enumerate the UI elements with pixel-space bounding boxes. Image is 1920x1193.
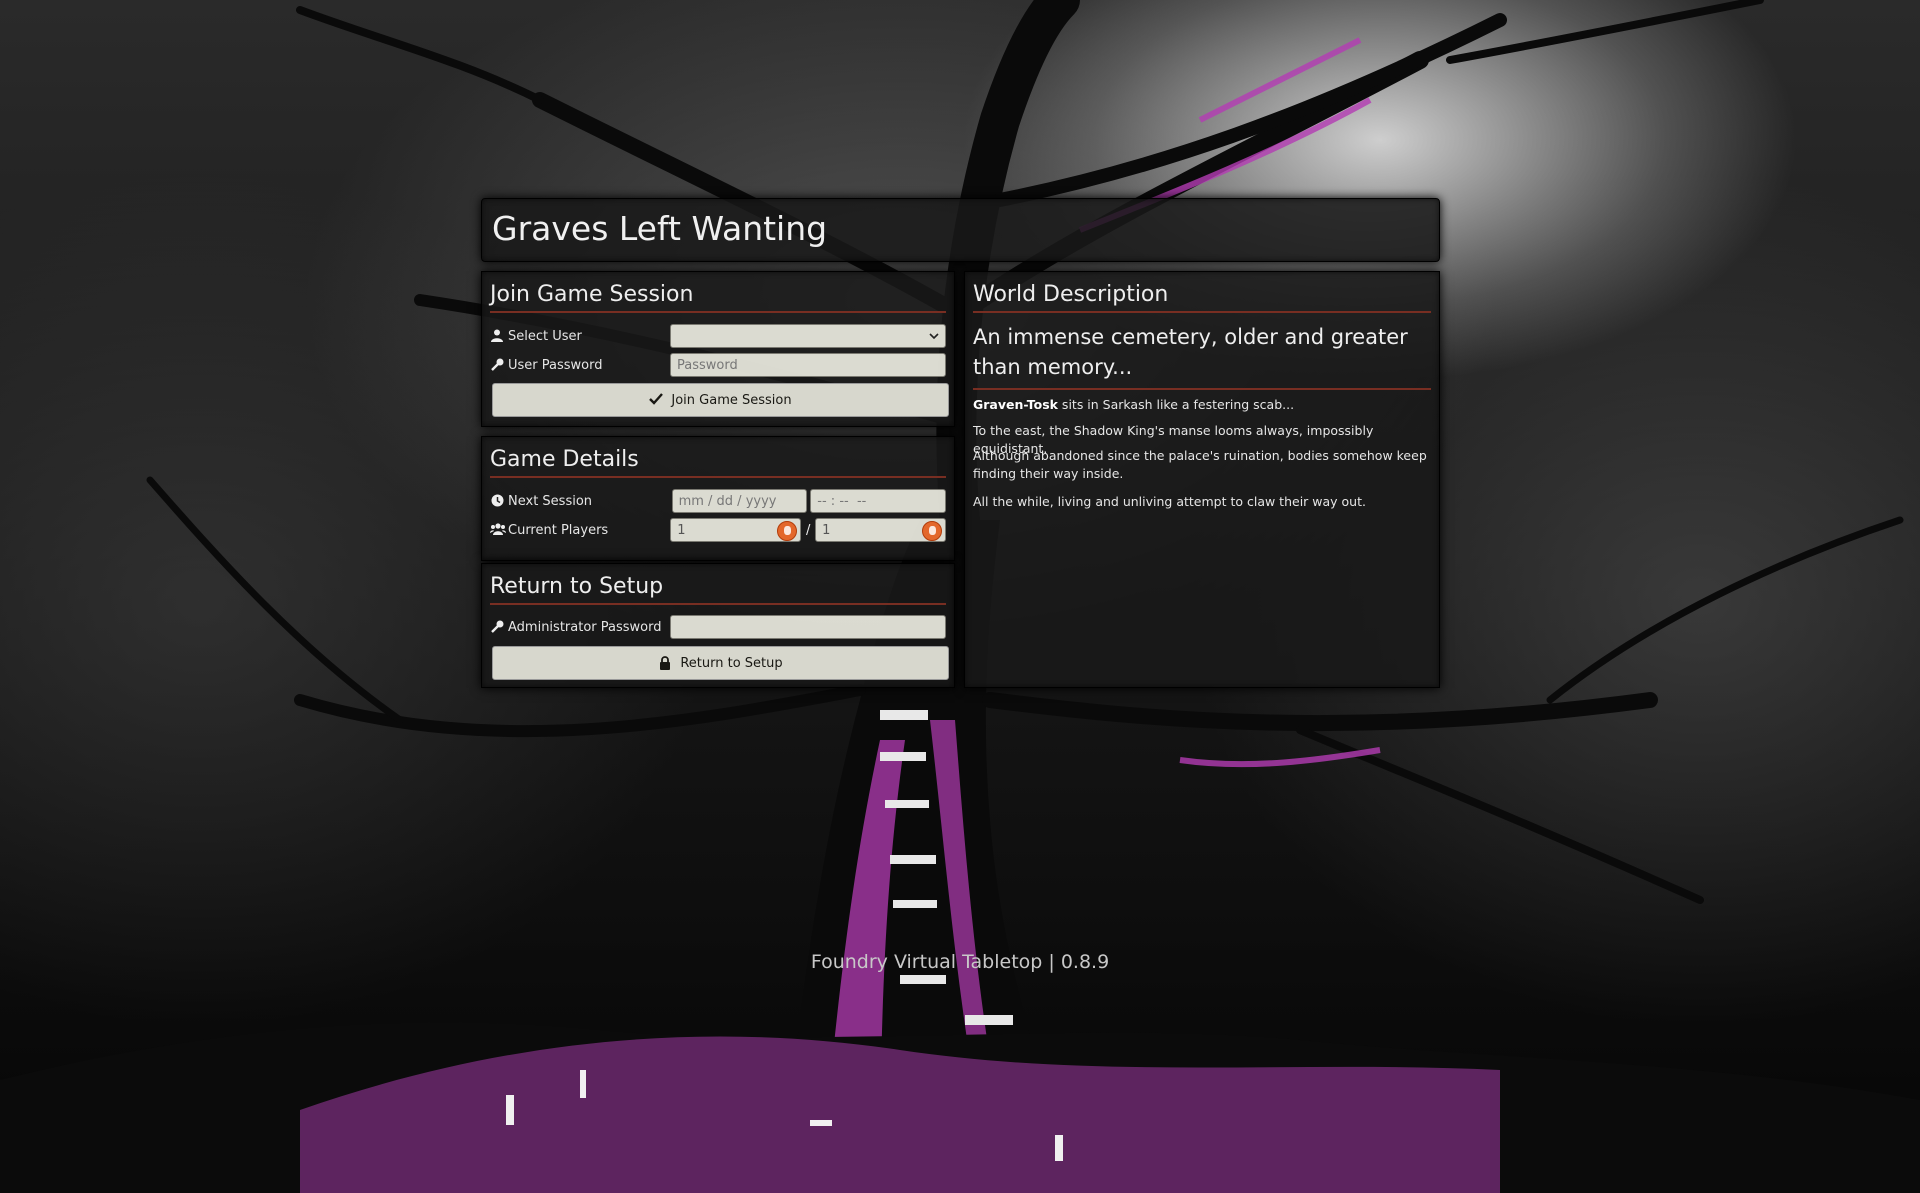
next-session-row: Next Session bbox=[490, 488, 947, 514]
game-details-heading: Game Details bbox=[490, 447, 946, 478]
chevron-down-icon bbox=[929, 329, 939, 343]
lock-icon bbox=[658, 656, 672, 670]
background-artwork bbox=[0, 0, 1920, 1193]
current-players-value: 1 bbox=[677, 522, 686, 538]
players-separator: / bbox=[805, 522, 811, 538]
join-session-button[interactable]: Join Game Session bbox=[492, 383, 949, 417]
user-password-field[interactable] bbox=[670, 353, 946, 377]
admin-password-row: Administrator Password bbox=[490, 614, 946, 640]
max-players-field: 1 bbox=[815, 518, 946, 542]
user-icon bbox=[490, 329, 504, 343]
world-title: Graves Left Wanting bbox=[492, 209, 828, 248]
next-session-time-field[interactable] bbox=[810, 489, 947, 513]
user-password-row: User Password bbox=[490, 352, 946, 378]
world-description-heading: World Description bbox=[973, 282, 1431, 313]
admin-password-label: Administrator Password bbox=[490, 620, 670, 635]
description-bold-name: Graven-Tosk bbox=[973, 397, 1058, 412]
world-description-panel: World Description An immense cemetery, o… bbox=[964, 271, 1440, 688]
user-password-input[interactable] bbox=[677, 357, 939, 373]
select-user-dropdown[interactable] bbox=[670, 324, 946, 348]
current-players-row: Current Players 1 / 1 bbox=[490, 517, 946, 543]
next-session-date-input[interactable] bbox=[678, 493, 801, 509]
join-session-heading: Join Game Session bbox=[490, 282, 946, 313]
max-players-value: 1 bbox=[822, 522, 831, 538]
users-icon bbox=[490, 523, 506, 537]
current-players-label: Current Players bbox=[490, 523, 670, 538]
key-icon bbox=[490, 358, 504, 372]
return-setup-button[interactable]: Return to Setup bbox=[492, 646, 949, 680]
check-icon bbox=[649, 393, 664, 407]
description-paragraph-4: All the while, living and unliving attem… bbox=[973, 494, 1366, 509]
select-user-label: Select User bbox=[490, 329, 670, 344]
duckduckgo-icon bbox=[777, 521, 798, 541]
world-description-subtitle: An immense cemetery, older and greater t… bbox=[973, 322, 1431, 390]
clock-icon bbox=[490, 494, 504, 508]
user-password-label: User Password bbox=[490, 358, 670, 373]
return-setup-heading: Return to Setup bbox=[490, 574, 946, 605]
game-details-panel: Game Details Next Session Current Player… bbox=[481, 436, 955, 561]
next-session-label: Next Session bbox=[490, 494, 672, 509]
return-setup-panel: Return to Setup Administrator Password R… bbox=[481, 563, 955, 688]
current-players-field: 1 bbox=[670, 518, 802, 542]
tree-illustration bbox=[0, 0, 1920, 1193]
key-icon bbox=[490, 620, 504, 634]
admin-password-field[interactable] bbox=[670, 615, 946, 639]
description-paragraph-3: Although abandoned since the palace's ru… bbox=[973, 448, 1427, 481]
description-paragraph-1: Graven-Tosk sits in Sarkash like a feste… bbox=[973, 397, 1295, 412]
join-session-panel: Join Game Session Select User User Passw… bbox=[481, 271, 955, 427]
footer-version: Foundry Virtual Tabletop | 0.8.9 bbox=[810, 951, 1110, 973]
next-session-date-field[interactable] bbox=[671, 489, 808, 513]
world-title-panel: Graves Left Wanting bbox=[481, 198, 1440, 262]
select-user-row: Select User bbox=[490, 323, 946, 349]
duckduckgo-icon bbox=[921, 521, 942, 541]
admin-password-input[interactable] bbox=[677, 619, 939, 635]
next-session-time-input[interactable] bbox=[817, 493, 940, 509]
